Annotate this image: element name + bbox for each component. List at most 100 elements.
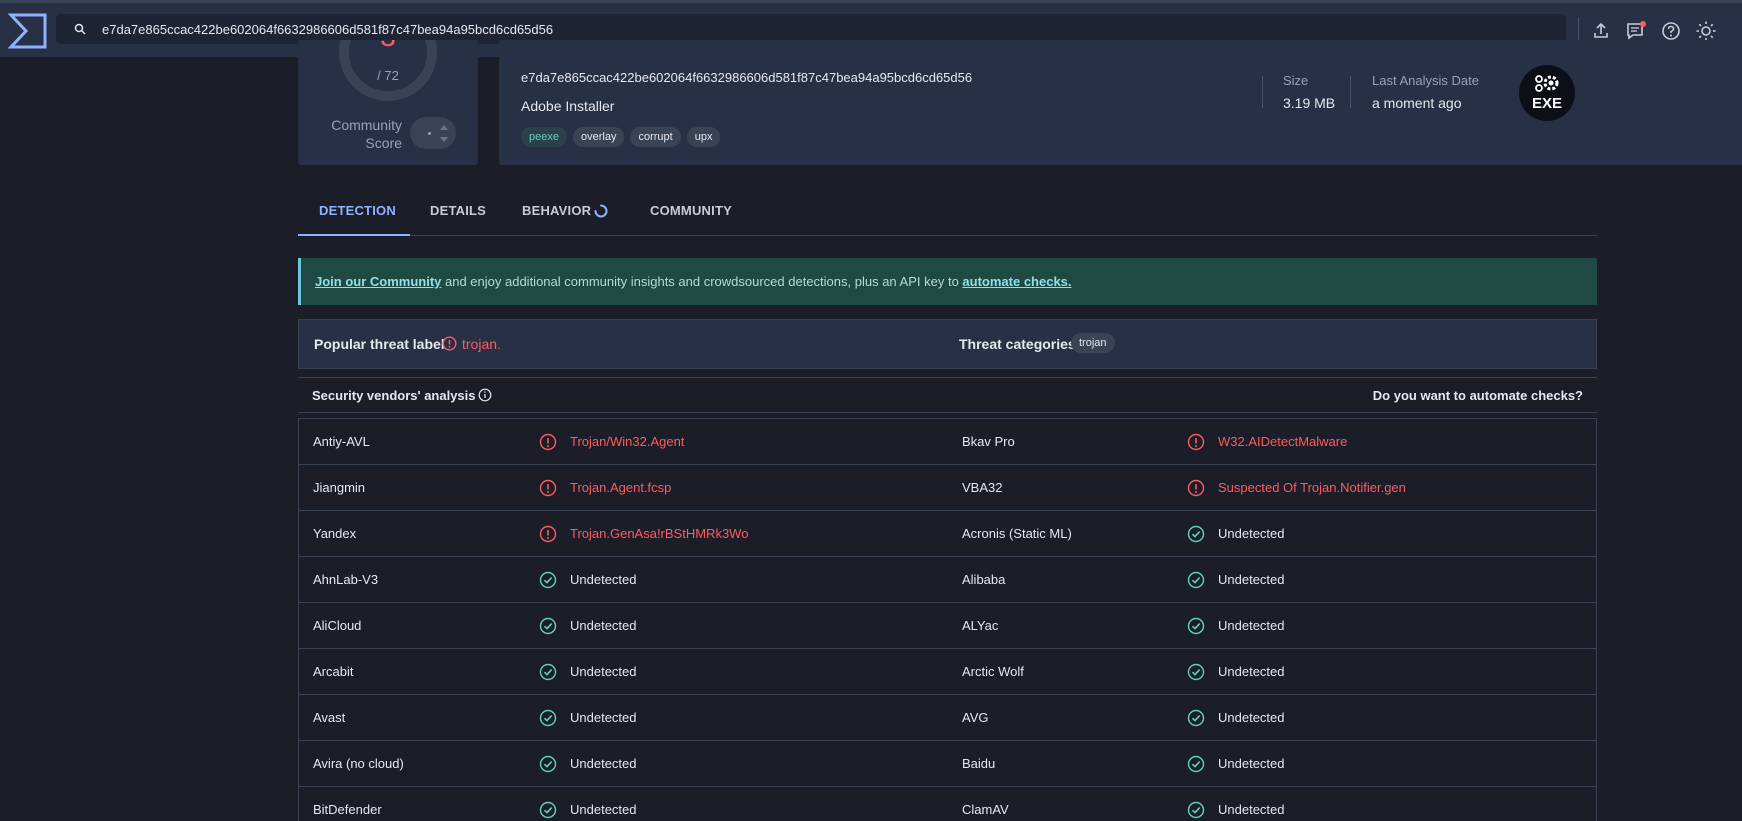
info-icon[interactable] <box>478 388 492 402</box>
threat-summary: Popular threat label trojan. Threat cate… <box>298 319 1597 369</box>
detection-result: Undetected <box>1218 664 1285 679</box>
vendors-header: Security vendors' analysis Do you want t… <box>298 377 1597 413</box>
meta-divider <box>1350 76 1351 108</box>
vendor-name: Yandex <box>313 526 357 541</box>
popular-threat-value[interactable]: trojan. <box>462 336 501 352</box>
check-circle-icon <box>1187 571 1205 589</box>
vendor-name: AhnLab-V3 <box>313 572 379 587</box>
detection-result[interactable]: Trojan/Win32.Agent <box>570 434 684 449</box>
table-row: Arcabit Undetected Arctic Wolf Undetected <box>299 649 1596 695</box>
automate-checks-link[interactable]: automate checks. <box>962 274 1071 289</box>
threat-categories-label: Threat categories <box>959 336 1076 352</box>
table-row: Avira (no cloud) Undetected Baidu Undetecte… <box>299 741 1596 787</box>
vendor-name: VBA32 <box>962 480 1003 495</box>
virustotal-logo-icon[interactable] <box>8 12 48 50</box>
tab-behavior[interactable]: BEHAVIOR <box>522 203 591 218</box>
tag-upx[interactable]: upx <box>686 127 721 147</box>
tag-overlay[interactable]: overlay <box>572 127 625 147</box>
vote-up-icon[interactable] <box>440 125 448 130</box>
vendor-name: Acronis (Static ML) <box>962 526 1072 541</box>
file-type-label: EXE <box>1531 95 1562 112</box>
active-tab-indicator <box>298 234 410 236</box>
vendor-name: Avira (no cloud) <box>313 756 404 771</box>
gear-icon <box>1535 75 1559 92</box>
vendor-name: AliCloud <box>313 618 362 633</box>
check-circle-icon <box>539 709 557 727</box>
vendors-title: Security vendors' analysis <box>312 388 476 403</box>
detection-result: Undetected <box>570 664 637 679</box>
check-circle-icon <box>1187 525 1205 543</box>
upload-icon[interactable] <box>1590 20 1612 42</box>
alert-icon <box>1187 433 1205 451</box>
file-size: Size 3.19 MB <box>1283 73 1336 111</box>
check-circle-icon <box>1187 755 1205 773</box>
detection-result: Undetected <box>1218 710 1285 725</box>
vendor-name: Arcabit <box>313 664 354 679</box>
vendor-name: Jiangmin <box>313 480 366 495</box>
threat-category-tag[interactable]: trojan <box>1071 333 1115 353</box>
file-info-card: e7da7e865ccac422be602064f6632986606d581f… <box>499 40 1742 165</box>
vendor-name: Avast <box>313 710 346 725</box>
check-circle-icon <box>1187 663 1205 681</box>
check-circle-icon <box>1187 709 1205 727</box>
detection-result: Undetected <box>570 572 637 587</box>
vendors-table: Antiy-AVL Trojan/Win32.Agent Bkav Pro W32.A… <box>298 418 1597 821</box>
alert-icon <box>539 479 557 497</box>
theme-icon[interactable] <box>1695 20 1717 42</box>
vendor-name: BitDefender <box>313 802 382 817</box>
vote-down-icon[interactable] <box>440 137 448 142</box>
check-circle-icon <box>539 571 557 589</box>
check-circle-icon <box>1187 617 1205 635</box>
detection-result: Undetected <box>1218 802 1285 817</box>
detection-result: Undetected <box>570 710 637 725</box>
table-row: Antiy-AVL Trojan/Win32.Agent Bkav Pro W32.A… <box>299 419 1596 465</box>
check-circle-icon <box>1187 801 1205 819</box>
score-max: / 72 <box>377 68 399 83</box>
tag-corrupt[interactable]: corrupt <box>630 127 681 147</box>
alert-icon <box>442 336 457 351</box>
detection-result[interactable]: Trojan.GenAsa!rBStHMRk3Wo <box>570 526 748 541</box>
check-circle-icon <box>539 663 557 681</box>
alert-icon <box>539 433 557 451</box>
table-row: Yandex Trojan.GenAsa!rBStHMRk3Wo Acronis (… <box>299 511 1596 557</box>
tab-community[interactable]: COMMUNITY <box>650 203 732 218</box>
automate-checks-prompt[interactable]: Do you want to automate checks? <box>1373 388 1583 403</box>
detection-result: Undetected <box>570 756 637 771</box>
svg-text:3: 3 <box>380 40 396 52</box>
search-input[interactable]: e7da7e865ccac422be602064f6632986606d581f… <box>102 22 553 37</box>
detection-result: Undetected <box>1218 526 1285 541</box>
tab-detection[interactable]: DETECTION <box>319 203 396 218</box>
community-score-label: Community Score <box>331 117 402 151</box>
analysis-tabs: DETECTION DETAILS BEHAVIOR COMMUNITY <box>298 190 1597 236</box>
detection-result: Undetected <box>1218 618 1285 633</box>
alert-icon <box>539 525 557 543</box>
vendor-name: ClamAV <box>962 802 1009 817</box>
file-hash: e7da7e865ccac422be602064f6632986606d581f… <box>521 70 973 85</box>
vendor-name: ALYac <box>962 618 999 633</box>
file-type-badge: EXE <box>1519 65 1575 121</box>
notifications-icon[interactable] <box>1625 20 1647 42</box>
detection-result: Undetected <box>570 802 637 817</box>
loading-spinner-icon <box>594 204 608 218</box>
last-analysis-date: Last Analysis Date a moment ago <box>1372 73 1479 111</box>
community-vote-control[interactable] <box>410 117 456 149</box>
file-tags: peexe overlay corrupt upx <box>521 127 721 147</box>
join-community-link[interactable]: Join our Community <box>315 274 441 289</box>
meta-divider <box>1262 76 1263 108</box>
help-icon[interactable] <box>1660 20 1682 42</box>
detection-result[interactable]: Suspected Of Trojan.Notifier.gen <box>1218 480 1406 495</box>
file-name: Adobe Installer <box>521 98 615 114</box>
search-icon <box>74 23 86 35</box>
community-banner: Join our Community and enjoy additional … <box>298 258 1597 305</box>
banner-text: and enjoy additional community insights … <box>441 274 963 289</box>
tab-details[interactable]: DETAILS <box>430 203 486 218</box>
table-row: AliCloud Undetected ALYac Undetected <box>299 603 1596 649</box>
popular-threat-label: Popular threat label <box>314 336 445 352</box>
detection-result[interactable]: Trojan.Agent.fcsp <box>570 480 671 495</box>
detection-result[interactable]: W32.AIDetectMalware <box>1218 434 1347 449</box>
check-circle-icon <box>539 755 557 773</box>
table-row: Jiangmin Trojan.Agent.fcsp VBA32 Suspected … <box>299 465 1596 511</box>
detection-result: Undetected <box>1218 572 1285 587</box>
detection-score-card: 3 / 72 Community Score <box>298 40 478 165</box>
tag-peexe[interactable]: peexe <box>521 127 567 147</box>
